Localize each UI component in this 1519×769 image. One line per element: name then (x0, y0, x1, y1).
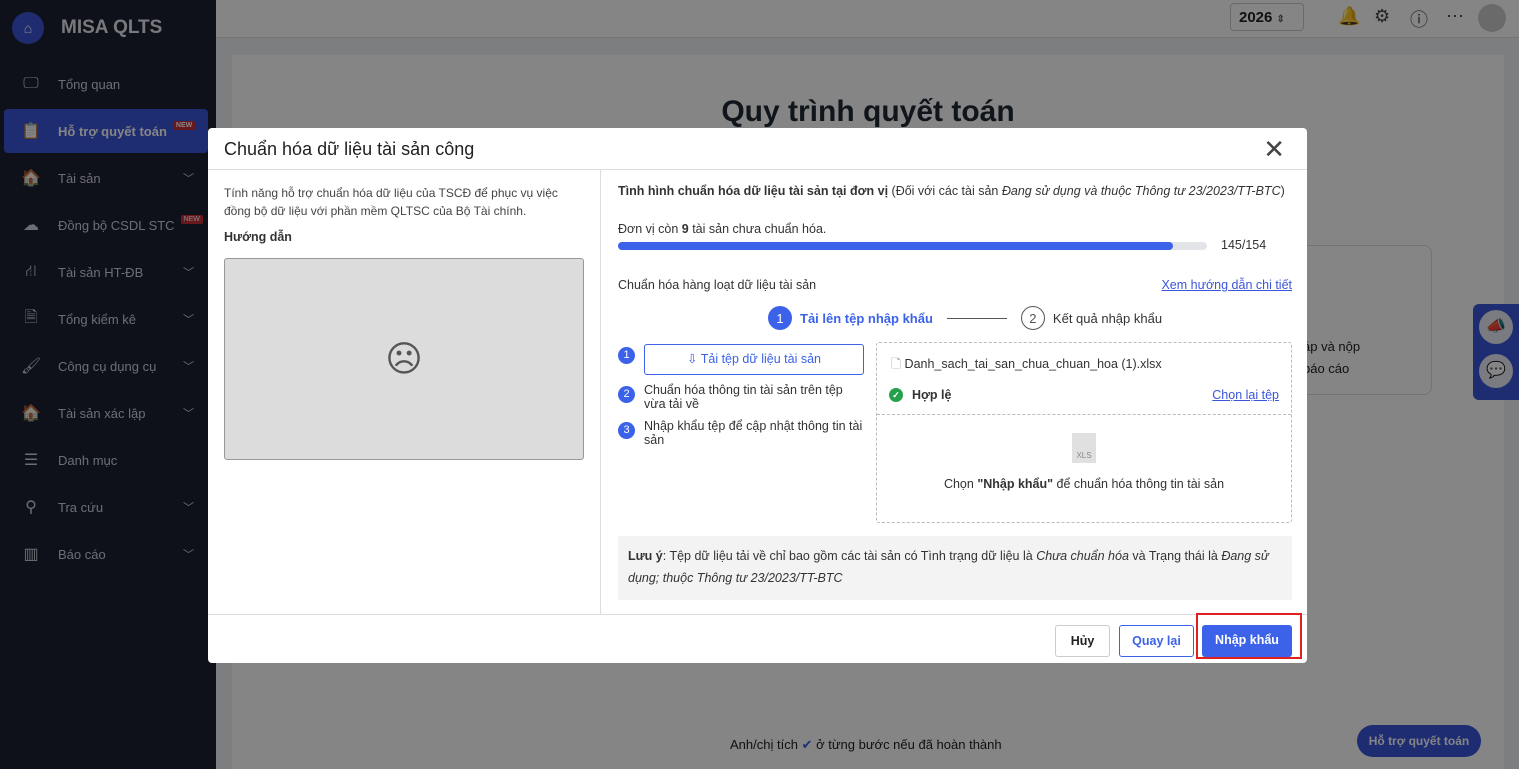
status-heading: Tình hình chuẩn hóa dữ liệu tài sản tại … (618, 184, 1285, 198)
xls-file-icon: XLS (1072, 433, 1096, 463)
back-button[interactable]: Quay lại (1119, 625, 1194, 657)
step-text: Nhập khẩu tệp để cập nhật thông tin tài … (644, 419, 863, 447)
download-file-button[interactable]: ⇩ Tải tệp dữ liệu tài sản (644, 344, 864, 375)
remaining-text: Đơn vị còn 9 tài sản chưa chuẩn hóa. (618, 222, 827, 236)
progress-fill (618, 242, 1173, 250)
guide-label: Hướng dẫn (224, 230, 292, 244)
guide-link[interactable]: Xem hướng dẫn chi tiết (1161, 278, 1292, 292)
progress-label: 145/154 (1221, 238, 1267, 252)
step-number: 2 (1020, 306, 1045, 330)
step-number: 2 (618, 386, 635, 403)
intro-panel: Tính năng hỗ trợ chuẩn hóa dữ liệu của T… (208, 170, 601, 614)
broken-file-icon: ☹ (385, 338, 423, 379)
normalize-data-dialog: Chuẩn hóa dữ liệu tài sản công ✕ Tính nă… (208, 128, 1307, 663)
batch-title: Chuẩn hóa hàng loạt dữ liệu tài sản (618, 278, 817, 292)
dialog-footer: Hủy Quay lại Nhập khẩu (208, 613, 1307, 663)
step-connector (946, 317, 1007, 319)
intro-text: Tính năng hỗ trợ chuẩn hóa dữ liệu của T… (224, 186, 558, 218)
step-label-active: Tải lên tệp nhập khẩu (800, 310, 933, 326)
step-text: Chuẩn hóa thông tin tài sản trên tệp vừa… (644, 383, 843, 411)
import-button[interactable]: Nhập khẩu (1202, 625, 1292, 657)
cancel-button[interactable]: Hủy (1055, 625, 1110, 657)
batch-section-header: Chuẩn hóa hàng loạt dữ liệu tài sản Xem h… (618, 278, 1292, 292)
reselect-file-link[interactable]: Chọn lại tệp (1212, 388, 1279, 402)
progress-bar (618, 242, 1207, 250)
upload-dropzone[interactable]: 🗋 Danh_sach_tai_san_chua_chuan_hoa (1).x… (876, 342, 1292, 523)
step-number: 3 (618, 422, 635, 439)
stepper: 1 Tải lên tệp nhập khẩu 2 Kết quả nhập k… (768, 306, 1162, 330)
import-hint: Chọn "Nhập khẩu" để chuẩn hóa thông tin … (943, 477, 1225, 491)
status-panel: Tình hình chuẩn hóa dữ liệu tài sản tại … (618, 170, 1293, 600)
check-circle-icon: ✓ (889, 388, 903, 402)
download-icon: ⇩ (687, 352, 698, 366)
step-number: 1 (618, 347, 635, 364)
dialog-title: Chuẩn hóa dữ liệu tài sản công (208, 128, 1307, 170)
validation-status: ✓ Hợp lệ Chọn lại tệp (877, 388, 1291, 402)
file-icon: 🗋 (891, 357, 902, 371)
instruction-steps: 1 ⇩ Tải tệp dữ liệu tài sản 2 Chuẩn hóa th… (618, 344, 866, 455)
step-label: Kết quả nhập khẩu (1052, 310, 1163, 326)
step-number: 1 (768, 306, 792, 330)
guide-video[interactable]: ☹ (224, 258, 584, 460)
uploaded-file: 🗋 Danh_sach_tai_san_chua_chuan_hoa (1).x… (891, 357, 1162, 371)
note-box: Lưu ý: Tệp dữ liệu tải về chỉ bao gồm cá… (618, 536, 1292, 600)
close-icon[interactable]: ✕ (1263, 134, 1285, 165)
